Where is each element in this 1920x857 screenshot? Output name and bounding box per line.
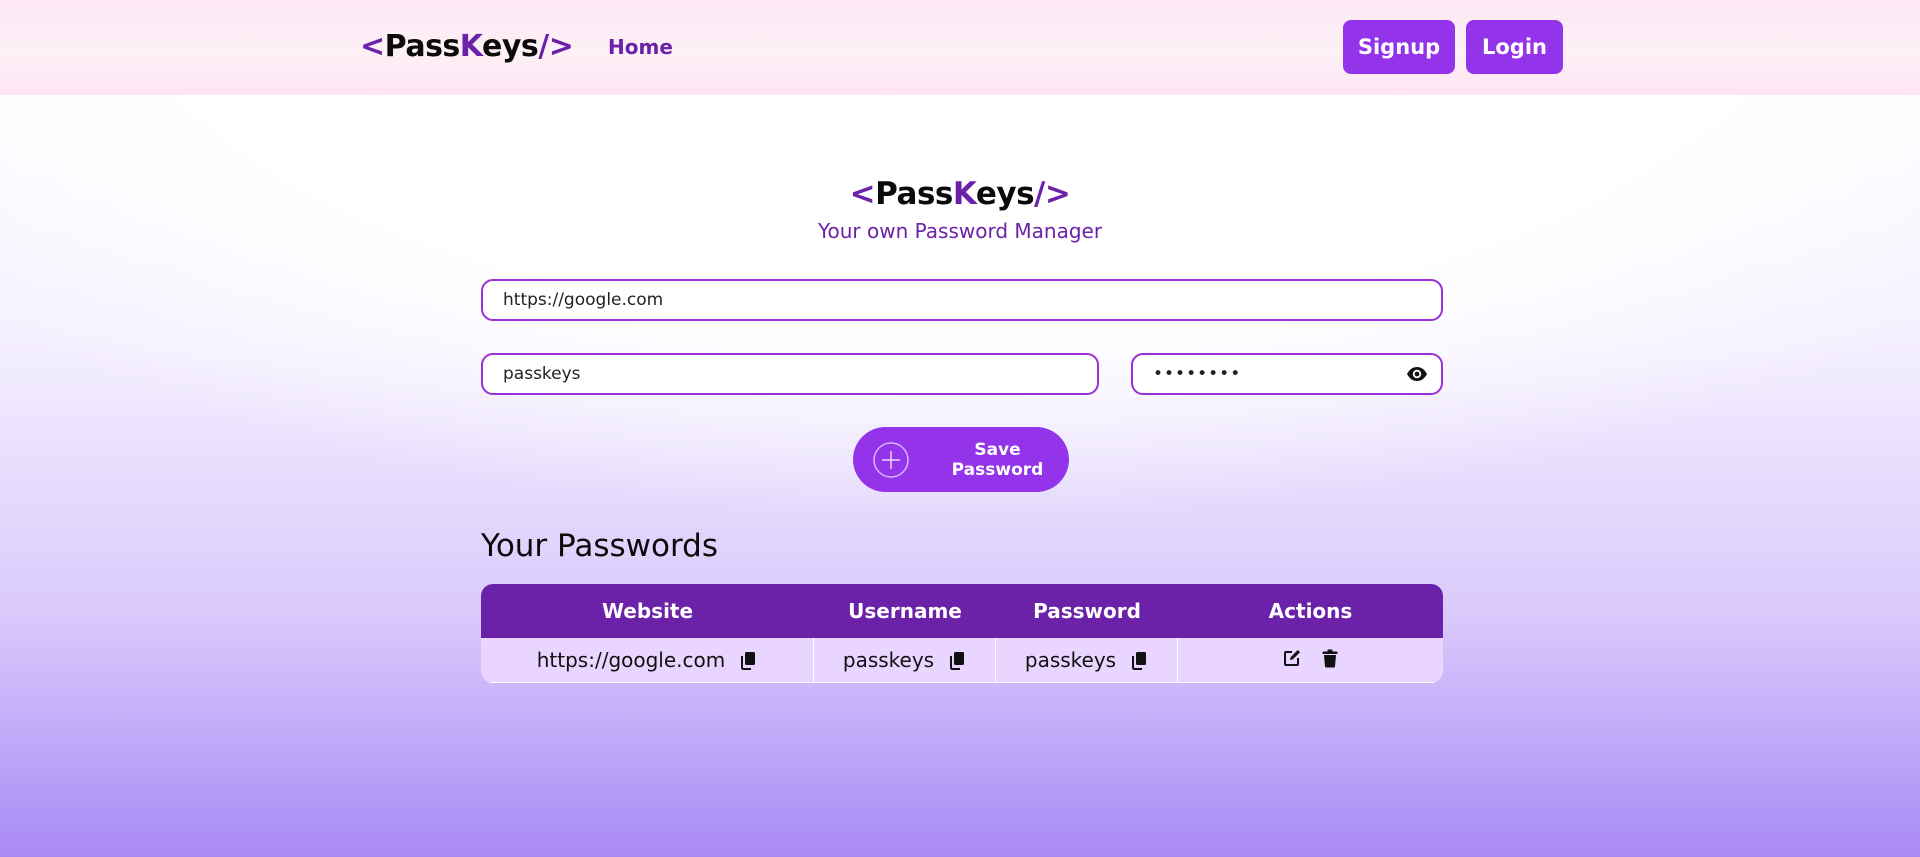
hero-logo-close-bracket: /> (1034, 176, 1071, 212)
save-password-button[interactable]: Save Password (853, 427, 1069, 492)
website-link[interactable]: https://google.com (537, 648, 726, 672)
plus-circle-icon (872, 441, 910, 479)
password-field (1131, 353, 1443, 395)
eye-icon[interactable] (1405, 364, 1429, 384)
copy-icon[interactable] (1130, 650, 1148, 670)
logo-pass: Pass (384, 29, 461, 64)
cell-actions (1178, 638, 1443, 683)
navbar: <PassKeys/> Home Signup Login (0, 0, 1920, 95)
trash-icon[interactable] (1321, 648, 1339, 668)
nav-home-link[interactable]: Home (608, 35, 673, 59)
navbar-logo[interactable]: <PassKeys/> (360, 29, 574, 64)
hero-logo: <PassKeys/> (0, 176, 1920, 212)
login-button[interactable]: Login (1466, 20, 1563, 74)
app-root: <PassKeys/> Home Signup Login <PassKeys/… (0, 0, 1920, 857)
passwords-heading: Your Passwords (481, 528, 718, 564)
logo-eys: eys (482, 29, 539, 64)
passwords-table: Website Username Password Actions https:… (481, 584, 1443, 683)
hero-subtitle: Your own Password Manager (817, 219, 1103, 243)
copy-icon[interactable] (948, 650, 966, 670)
signup-button[interactable]: Signup (1343, 20, 1455, 74)
logo-k: K (459, 29, 483, 64)
cell-password: passkeys (996, 638, 1178, 683)
column-header-username: Username (814, 584, 996, 638)
password-value: passkeys (1024, 648, 1117, 672)
password-input[interactable] (1131, 353, 1443, 395)
table-row: https://google.com passkeys passkeys (481, 638, 1443, 683)
hero-logo-eys: eys (975, 176, 1035, 212)
copy-icon[interactable] (739, 650, 757, 670)
column-header-password: Password (996, 584, 1178, 638)
table-header-row: Website Username Password Actions (481, 584, 1443, 638)
logo-close-bracket: /> (538, 29, 574, 64)
hero-logo-k: K (952, 176, 976, 212)
edit-icon[interactable] (1283, 648, 1301, 668)
username-value: passkeys (842, 648, 935, 672)
cell-username: passkeys (814, 638, 996, 683)
username-input[interactable] (481, 353, 1099, 395)
logo-open-bracket: < (360, 29, 385, 64)
hero-logo-pass: Pass (875, 176, 953, 212)
website-input[interactable] (481, 279, 1443, 321)
column-header-website: Website (481, 584, 814, 638)
hero-logo-open-bracket: < (849, 176, 876, 212)
save-password-label: Save Password (951, 439, 1044, 480)
cell-website: https://google.com (481, 638, 814, 683)
column-header-actions: Actions (1178, 584, 1443, 638)
